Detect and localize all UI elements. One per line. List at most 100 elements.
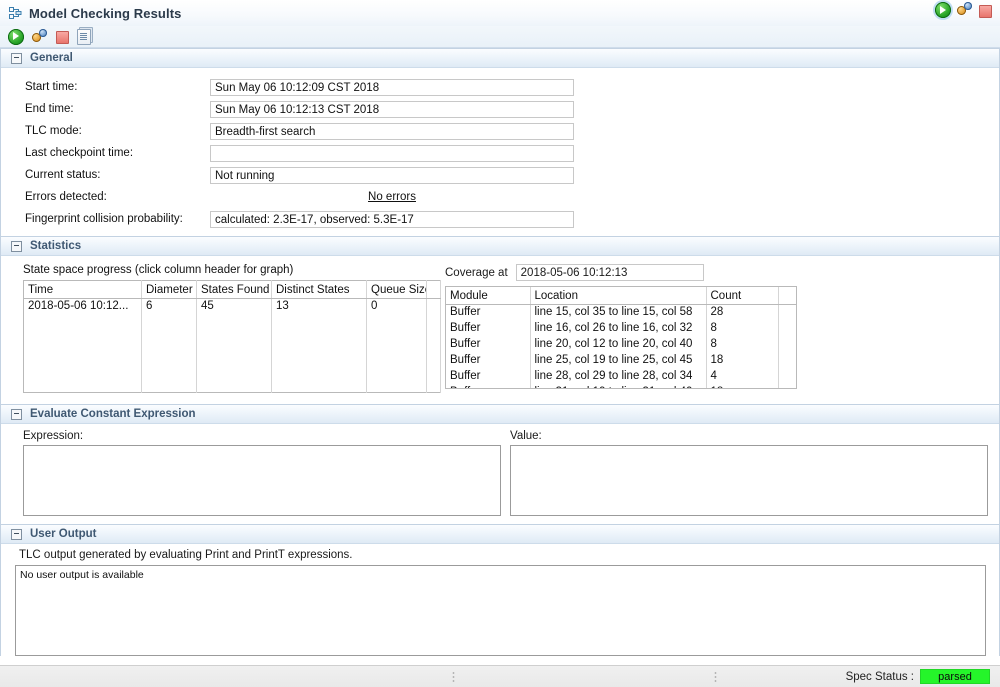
value-output[interactable] [510, 445, 988, 516]
expression-input[interactable] [23, 445, 501, 516]
table-row[interactable]: Buffer line 20, col 12 to line 20, col 4… [446, 337, 796, 353]
form-row-current-status: Current status: Not running [1, 164, 999, 186]
form-row-errors-detected: Errors detected: No errors [1, 186, 999, 208]
field-last-checkpoint-time[interactable] [210, 144, 574, 162]
stop-icon[interactable] [56, 31, 69, 44]
cell-count: 18 [706, 385, 779, 388]
label-end-time: End time: [25, 103, 74, 115]
table-row[interactable]: Buffer line 25, col 19 to line 25, col 4… [446, 353, 796, 369]
label-start-time: Start time: [25, 81, 78, 93]
table-row-empty [23, 315, 441, 393]
table-row[interactable]: Buffer line 28, col 29 to line 28, col 3… [446, 369, 796, 385]
cell-filler [778, 369, 796, 385]
coverage-at-field[interactable]: 2018-05-06 10:12:13 [515, 264, 704, 281]
field-current-status[interactable]: Not running [210, 166, 574, 184]
cell-filler [778, 337, 796, 353]
form-row-tlc-mode: TLC mode: Breadth-first search [1, 120, 999, 142]
coverage-at-row: Coverage at 2018-05-06 10:12:13 [445, 264, 797, 281]
gears-icon[interactable] [957, 2, 973, 18]
table-header-row: Time Diameter States Found Distinct Stat… [23, 280, 441, 299]
label-errors-detected: Errors detected: [25, 191, 107, 203]
section-statistics-header[interactable]: Statistics [1, 237, 999, 256]
run-icon[interactable] [8, 28, 24, 45]
column-header-location[interactable]: Location [530, 287, 707, 305]
cell-states-found: 45 [196, 298, 272, 315]
section-title: User Output [30, 528, 97, 540]
stop-icon[interactable] [979, 4, 992, 18]
cell-distinct-states: 13 [271, 298, 367, 315]
cell-location: line 15, col 35 to line 15, col 58 [530, 304, 707, 321]
cell-diameter: 6 [141, 298, 197, 315]
status-bar: Spec Status : parsed [0, 665, 1000, 687]
table-row[interactable]: Buffer line 31, col 19 to line 31, col 4… [446, 385, 796, 388]
status-grip-separator [452, 670, 455, 683]
table-row[interactable]: Buffer line 16, col 26 to line 16, col 3… [446, 321, 796, 337]
cell-filler [778, 385, 796, 388]
column-header-states-found[interactable]: States Found [196, 280, 272, 299]
section-evaluate-body: Expression: Value: [1, 424, 999, 524]
collapse-icon[interactable] [11, 240, 22, 252]
toolbar [0, 26, 1000, 48]
field-end-time[interactable]: Sun May 06 10:12:13 CST 2018 [210, 100, 574, 118]
table-row[interactable]: Buffer line 15, col 35 to line 15, col 5… [446, 304, 796, 321]
section-evaluate-constant-expression: Evaluate Constant Expression Expression:… [0, 404, 1000, 524]
cell-module: Buffer [446, 304, 531, 321]
coverage-table: Module Location Count Buffer line 15, co… [446, 287, 796, 388]
cell-filler [778, 321, 796, 337]
cell-count: 28 [706, 304, 779, 321]
cell-location: line 28, col 29 to line 28, col 34 [530, 369, 707, 385]
section-evaluate-header[interactable]: Evaluate Constant Expression [1, 405, 999, 424]
cell-filler [778, 304, 796, 321]
label-current-status: Current status: [25, 169, 101, 181]
expression-label: Expression: [23, 430, 84, 442]
cell-queue-size: 0 [366, 298, 427, 315]
column-header-filler [778, 287, 796, 305]
column-header-time[interactable]: Time [23, 280, 142, 299]
section-general-header[interactable]: General [1, 49, 999, 68]
cell-filler [778, 353, 796, 369]
cell-empty [366, 315, 427, 393]
section-user-output: User Output TLC output generated by eval… [0, 524, 1000, 656]
field-fingerprint-collision[interactable]: calculated: 2.3E-17, observed: 5.3E-17 [210, 210, 574, 228]
form-row-start-time: Start time: Sun May 06 10:12:09 CST 2018 [1, 76, 999, 98]
section-title: Statistics [30, 240, 82, 252]
label-tlc-mode: TLC mode: [25, 125, 82, 137]
cell-empty [271, 315, 367, 393]
value-label: Value: [510, 430, 542, 442]
column-header-module[interactable]: Module [446, 287, 531, 305]
cell-location: line 25, col 19 to line 25, col 45 [530, 353, 707, 369]
cell-empty [141, 315, 197, 393]
table-row[interactable]: 2018-05-06 10:12... 6 45 13 0 [23, 298, 441, 315]
form-row-end-time: End time: Sun May 06 10:12:13 CST 2018 [1, 98, 999, 120]
no-errors-link[interactable]: No errors [368, 191, 416, 203]
cell-module: Buffer [446, 337, 531, 353]
column-header-distinct-states[interactable]: Distinct States [271, 280, 367, 299]
field-tlc-mode[interactable]: Breadth-first search [210, 122, 574, 140]
spec-status-label: Spec Status : [845, 670, 914, 683]
section-title: Evaluate Constant Expression [30, 408, 196, 420]
cell-count: 8 [706, 321, 779, 337]
cell-module: Buffer [446, 385, 531, 388]
run-icon[interactable] [935, 2, 951, 18]
value-panel: Value: [501, 430, 988, 516]
document-icon[interactable] [77, 29, 91, 45]
collapse-icon[interactable] [11, 408, 22, 420]
errors-detected-cell: No errors [210, 191, 574, 203]
page-title: Model Checking Results [29, 5, 182, 21]
cell-empty [196, 315, 272, 393]
column-header-queue-size[interactable]: Queue Size [366, 280, 427, 299]
expression-panel: Expression: [1, 430, 501, 516]
field-start-time[interactable]: Sun May 06 10:12:09 CST 2018 [210, 78, 574, 96]
section-user-output-header[interactable]: User Output [1, 525, 999, 544]
user-output-textarea[interactable]: No user output is available [15, 565, 986, 656]
column-header-diameter[interactable]: Diameter [141, 280, 197, 299]
cell-module: Buffer [446, 369, 531, 385]
collapse-icon[interactable] [11, 52, 22, 64]
gears-icon[interactable] [32, 28, 48, 45]
form-editor-icon [7, 5, 23, 21]
collapse-icon[interactable] [11, 528, 22, 540]
cell-empty [23, 315, 142, 393]
label-last-checkpoint-time: Last checkpoint time: [25, 147, 134, 159]
column-header-count[interactable]: Count [706, 287, 779, 305]
coverage-table-wrapper[interactable]: Module Location Count Buffer line 15, co… [445, 286, 797, 389]
